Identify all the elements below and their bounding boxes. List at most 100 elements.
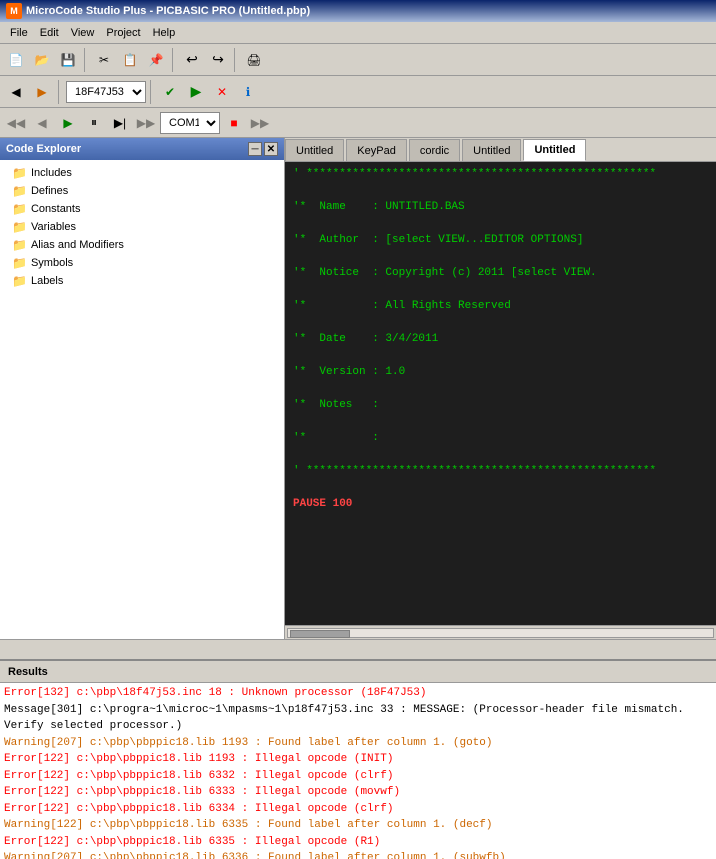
sep4 — [58, 80, 62, 104]
status-bar — [0, 639, 716, 659]
chip-prev-button[interactable]: ◀ — [4, 80, 28, 104]
result-item: Error[132] c:\pbp\18f47j53.inc 18 : Unkn… — [4, 685, 712, 702]
menu-view[interactable]: View — [65, 25, 101, 41]
code-line: '* Date : 3/4/2011 — [293, 331, 708, 348]
tree-item-label: Labels — [31, 275, 63, 287]
menu-file[interactable]: File — [4, 25, 34, 41]
folder-icon: 📁 — [12, 184, 27, 198]
code-explorer-header: Code Explorer ─ ✕ — [0, 138, 284, 160]
tree-item[interactable]: 📁 Alias and Modifiers — [4, 236, 280, 254]
scrollbar-thumb[interactable] — [290, 630, 350, 638]
new-button[interactable]: 📄 — [4, 48, 28, 72]
com-select[interactable]: COM1 — [160, 112, 220, 134]
print-button[interactable]: 🖨 — [242, 48, 266, 72]
code-line: PAUSE 100 — [293, 496, 708, 513]
code-explorer: Code Explorer ─ ✕ 📁 Includes 📁 Defines 📁 Cons… — [0, 138, 285, 639]
results-header: Results — [0, 661, 716, 683]
run-step-button[interactable]: ▶| — [108, 111, 132, 135]
folder-icon: 📁 — [12, 238, 27, 252]
sep1 — [84, 48, 88, 72]
tree-item[interactable]: 📁 Constants — [4, 200, 280, 218]
paste-button[interactable]: 📌 — [144, 48, 168, 72]
code-editor[interactable]: ' **************************************… — [285, 162, 716, 625]
result-item: Error[122] c:\pbp\pbppic18.lib 6333 : Il… — [4, 784, 712, 801]
code-line: '* Notes : — [293, 397, 708, 414]
info-button[interactable]: ℹ — [236, 80, 260, 104]
folder-icon: 📁 — [12, 166, 27, 180]
run-prev-button[interactable]: ◀◀ — [4, 111, 28, 135]
results-panel: Results Error[132] c:\pbp\18f47j53.inc 1… — [0, 659, 716, 859]
result-item: Warning[207] c:\pbp\pbppic18.lib 1193 : … — [4, 735, 712, 752]
ce-minimize-button[interactable]: ─ — [248, 142, 262, 156]
run-play-button[interactable]: ▶ — [56, 111, 80, 135]
tree-item[interactable]: 📁 Symbols — [4, 254, 280, 272]
copy-button[interactable]: 📋 — [118, 48, 142, 72]
stop-button[interactable]: ✕ — [210, 80, 234, 104]
ce-close-button[interactable]: ✕ — [264, 142, 278, 156]
toolbar-run: ◀◀ ◀ ▶ ⏸ ▶| ▶▶ COM1 ■ ▶▶ — [0, 108, 716, 138]
open-button[interactable]: 📂 — [30, 48, 54, 72]
redo-button[interactable]: ↪ — [206, 48, 230, 72]
tree-item[interactable]: 📁 Includes — [4, 164, 280, 182]
result-item: Error[122] c:\pbp\pbppic18.lib 6335 : Il… — [4, 834, 712, 851]
chip-select[interactable]: 18F47J53 — [66, 81, 146, 103]
tab-untitled-0[interactable]: Untitled — [285, 139, 344, 161]
compile-run-button[interactable]: ▶ — [184, 80, 208, 104]
tree-item[interactable]: 📁 Defines — [4, 182, 280, 200]
toolbar-chip: ◀ ▶ 18F47J53 ✔ ▶ ✕ ℹ — [0, 76, 716, 108]
run-back-button[interactable]: ◀ — [30, 111, 54, 135]
results-title: Results — [8, 666, 48, 678]
run-stepover-button[interactable]: ▶▶ — [134, 111, 158, 135]
chip-next-button[interactable]: ▶ — [30, 80, 54, 104]
menu-bar: File Edit View Project Help — [0, 22, 716, 44]
tree-item-label: Constants — [31, 203, 81, 215]
code-line: '* : All Rights Reserved — [293, 298, 708, 315]
tab-keypad-1[interactable]: KeyPad — [346, 139, 407, 161]
code-line: ' **************************************… — [293, 166, 708, 183]
folder-icon: 📁 — [12, 202, 27, 216]
toolbar-file: 📄 📂 💾 ✂ 📋 📌 ↩ ↪ 🖨 — [0, 44, 716, 76]
sep2 — [172, 48, 176, 72]
cut-button[interactable]: ✂ — [92, 48, 116, 72]
code-line: ' **************************************… — [293, 463, 708, 480]
run-forward-button[interactable]: ▶▶ — [248, 111, 272, 135]
tab-untitled-3[interactable]: Untitled — [462, 139, 521, 161]
result-item: Error[122] c:\pbp\pbppic18.lib 1193 : Il… — [4, 751, 712, 768]
horizontal-scrollbar-area — [285, 625, 716, 639]
code-line: '* Author : [select VIEW...EDITOR OPTION… — [293, 232, 708, 249]
main-area: Code Explorer ─ ✕ 📁 Includes 📁 Defines 📁 Cons… — [0, 138, 716, 639]
result-item: Warning[122] c:\pbp\pbppic18.lib 6335 : … — [4, 817, 712, 834]
code-line: '* : — [293, 430, 708, 447]
menu-edit[interactable]: Edit — [34, 25, 65, 41]
tab-untitled-4[interactable]: Untitled — [523, 139, 586, 161]
result-item: Error[122] c:\pbp\pbppic18.lib 6332 : Il… — [4, 768, 712, 785]
editor-area: UntitledKeyPadcordicUntitledUntitled ' *… — [285, 138, 716, 639]
tree-item[interactable]: 📁 Labels — [4, 272, 280, 290]
tree-item-label: Variables — [31, 221, 76, 233]
run-stop-button[interactable]: ■ — [222, 111, 246, 135]
result-item: Warning[207] c:\pbp\pbppic18.lib 6336 : … — [4, 850, 712, 859]
tree-item-label: Symbols — [31, 257, 73, 269]
menu-project[interactable]: Project — [100, 25, 146, 41]
folder-icon: 📁 — [12, 220, 27, 234]
title-text: MicroCode Studio Plus - PICBASIC PRO (Un… — [26, 5, 310, 17]
code-explorer-title: Code Explorer — [6, 143, 81, 155]
save-button[interactable]: 💾 — [56, 48, 80, 72]
folder-icon: 📁 — [12, 256, 27, 270]
tree-item-label: Alias and Modifiers — [31, 239, 124, 251]
sep3 — [234, 48, 238, 72]
code-explorer-controls: ─ ✕ — [248, 142, 278, 156]
tab-cordic-2[interactable]: cordic — [409, 139, 460, 161]
compile-button[interactable]: ✔ — [158, 80, 182, 104]
folder-icon: 📁 — [12, 274, 27, 288]
horizontal-scrollbar[interactable] — [287, 628, 714, 638]
run-pause-button[interactable]: ⏸ — [82, 111, 106, 135]
tree-item[interactable]: 📁 Variables — [4, 218, 280, 236]
code-line: '* Name : UNTITLED.BAS — [293, 199, 708, 216]
tree-item-label: Includes — [31, 167, 72, 179]
undo-button[interactable]: ↩ — [180, 48, 204, 72]
menu-help[interactable]: Help — [147, 25, 182, 41]
results-content[interactable]: Error[132] c:\pbp\18f47j53.inc 18 : Unkn… — [0, 683, 716, 859]
tree-item-label: Defines — [31, 185, 68, 197]
tab-bar: UntitledKeyPadcordicUntitledUntitled — [285, 138, 716, 162]
